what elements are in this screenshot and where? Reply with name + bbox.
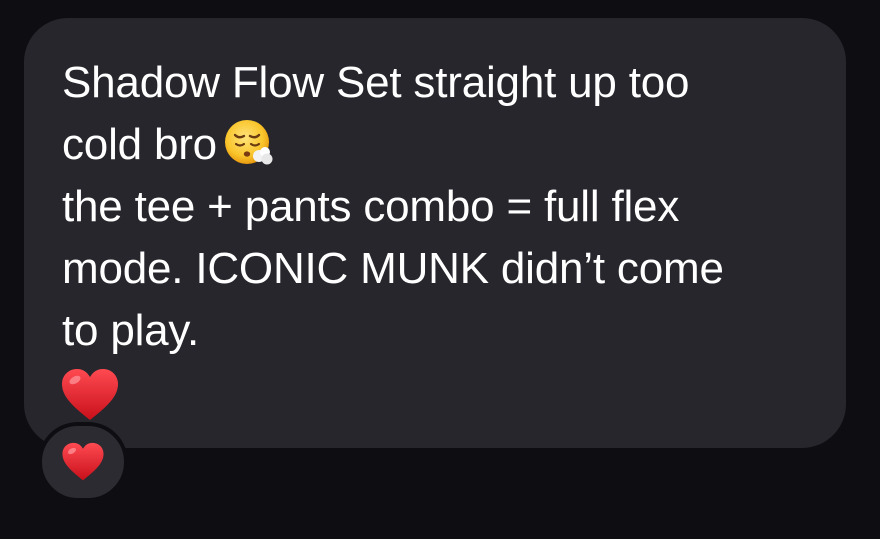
message-text-line-4: mode. ICONIC MUNK didn’t come (62, 244, 724, 293)
message-text-line-5: to play. (62, 306, 199, 355)
message-text-line-2-text: cold bro (62, 120, 217, 169)
message-bubble[interactable]: Shadow Flow Set straight up too cold bro… (24, 18, 846, 448)
red-heart-icon (62, 442, 104, 481)
message-text-line-1: Shadow Flow Set straight up too (62, 58, 690, 107)
exhaling-face-icon (224, 120, 273, 165)
message-text-line-3: the tee + pants combo = full flex (62, 182, 680, 231)
message-text-line-2: cold bro (62, 114, 816, 176)
reaction-badge[interactable] (38, 422, 128, 502)
red-heart-icon (62, 369, 118, 420)
